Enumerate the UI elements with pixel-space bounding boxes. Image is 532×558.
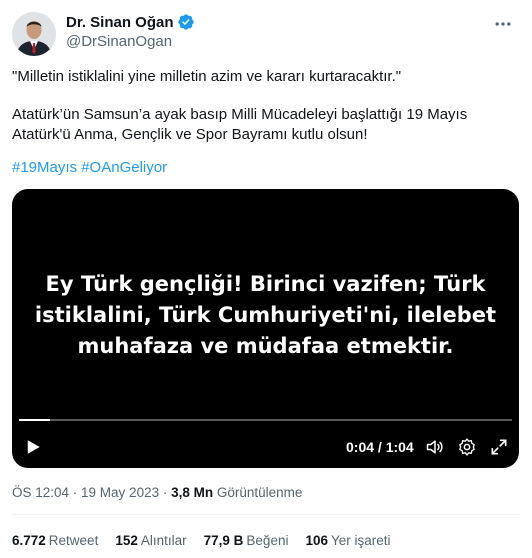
- author-name[interactable]: Dr. Sinan Oğan: [66, 14, 174, 31]
- fullscreen-button[interactable]: [488, 436, 510, 458]
- stat-number: 152: [115, 533, 138, 548]
- views-label: Görüntülenme: [216, 485, 303, 500]
- tweet-body-line-2: Atatürk'ü Anma, Gençlik ve Spor Bayramı …: [12, 126, 368, 143]
- stat-label: Yer işareti: [331, 533, 391, 548]
- video-caption-line: Ey Türk gençliği! Birinci vazifen; Türk: [45, 272, 486, 296]
- tweet-quote-line: "Milletin istiklalini yine milletin azim…: [12, 68, 402, 85]
- stat-number: 77,9 B: [203, 533, 244, 548]
- video-progress-fill: [19, 419, 50, 421]
- video-time: 0:04 / 1:04: [346, 439, 414, 455]
- video-caption-line: muhafaza ve müdafaa etmektir.: [77, 334, 454, 358]
- video-progress-bar[interactable]: [19, 419, 512, 421]
- divider: [12, 514, 520, 515]
- stat-likes[interactable]: 77,9 B Beğeni: [204, 533, 289, 548]
- settings-button[interactable]: [456, 436, 478, 458]
- meta-separator: ·: [159, 485, 172, 500]
- avatar[interactable]: [12, 12, 56, 56]
- play-button[interactable]: [22, 436, 44, 458]
- video-caption: Ey Türk gençliği! Birinci vazifen; Türk …: [12, 269, 519, 362]
- verified-badge-icon: [177, 13, 195, 31]
- author-handle[interactable]: @DrSinanOgan: [66, 33, 172, 50]
- stat-label: Beğeni: [246, 533, 289, 548]
- tweet-body-line-1: Atatürk’ün Samsun’a ayak basıp Milli Müc…: [12, 106, 468, 123]
- avatar-photo: [12, 12, 56, 56]
- play-icon: [27, 440, 40, 454]
- settings-icon: [459, 438, 475, 456]
- tweet-stats: 6.772 Retweet 152 Alıntılar 77,9 B Beğeni 1…: [12, 533, 408, 548]
- stat-number: 6.772: [12, 533, 46, 548]
- more-options-button[interactable]: [488, 12, 518, 36]
- stat-quotes[interactable]: 152 Alıntılar: [115, 533, 186, 548]
- stat-bookmarks[interactable]: 106 Yer işareti: [305, 533, 390, 548]
- volume-button[interactable]: [424, 436, 446, 458]
- stat-number: 106: [305, 533, 328, 548]
- fullscreen-icon: [491, 439, 507, 455]
- stat-label: Alıntılar: [140, 533, 187, 548]
- tweet-meta: ÖS 12:04 · 19 May 2023 · 3,8 Mn Görüntül…: [12, 485, 302, 500]
- more-icon: [495, 22, 511, 26]
- hashtag-oangeliyor[interactable]: #OAnGeliyor: [81, 159, 167, 176]
- video-caption-line: istiklalini, Türk Cumhuriyeti'ni, ileleb…: [34, 303, 497, 327]
- views-count: 3,8 Mn: [171, 485, 214, 500]
- video-player[interactable]: Ey Türk gençliği! Birinci vazifen; Türk …: [12, 189, 519, 468]
- hashtag-19mayis[interactable]: #19Mayıs: [12, 159, 77, 176]
- stat-retweets[interactable]: 6.772 Retweet: [12, 533, 98, 548]
- tweet-timestamp[interactable]: ÖS 12:04 · 19 May 2023: [12, 485, 159, 500]
- author-name-row[interactable]: Dr. Sinan Oğan: [66, 13, 195, 31]
- hashtags: #19Mayıs #OAnGeliyor: [12, 158, 167, 178]
- volume-icon: [426, 440, 443, 454]
- stat-label: Retweet: [48, 533, 99, 548]
